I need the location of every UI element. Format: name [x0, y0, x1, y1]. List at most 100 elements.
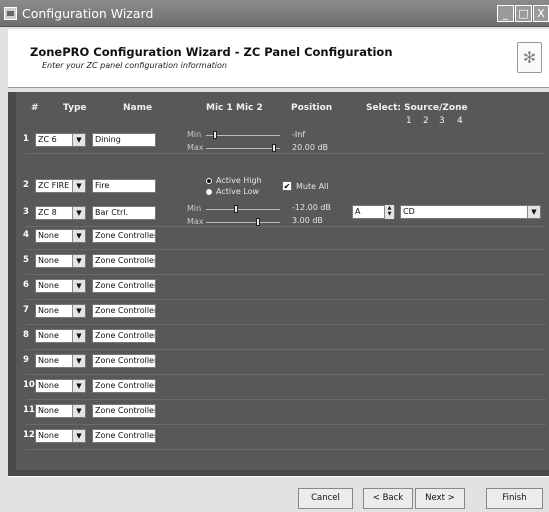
- type-select[interactable]: ZC 6 ▼: [35, 133, 86, 147]
- type-select[interactable]: ZC FIRE ▼: [35, 179, 86, 193]
- close-button[interactable]: X: [533, 5, 549, 22]
- name-field[interactable]: Zone Controller: [92, 254, 156, 268]
- type-select-value: None: [38, 256, 59, 265]
- row-number: 9: [23, 355, 29, 365]
- row-number: 4: [23, 230, 29, 240]
- type-select-value: None: [38, 381, 59, 390]
- chevron-down-icon[interactable]: ▼: [72, 134, 85, 146]
- active-high-radio[interactable]: [205, 177, 213, 185]
- zc8-max-label: Max: [187, 217, 204, 226]
- row-separator: [26, 349, 546, 350]
- name-field[interactable]: Zone Controller: [92, 354, 156, 368]
- type-select-value: None: [38, 356, 59, 365]
- row-number: 11: [23, 405, 35, 415]
- wizard-header: ZonePRO Configuration Wizard - ZC Panel …: [8, 29, 549, 88]
- active-low-radio[interactable]: [205, 188, 213, 196]
- type-select[interactable]: None ▼: [35, 279, 86, 293]
- name-field[interactable]: Zone Controller: [92, 279, 156, 293]
- row-separator: [26, 249, 546, 250]
- chevron-down-icon[interactable]: ▼: [72, 180, 85, 192]
- chevron-down-icon[interactable]: ▼: [72, 305, 85, 317]
- wizard-footer: Cancel < Back Next > Finish: [8, 476, 549, 512]
- type-select[interactable]: None ▼: [35, 404, 86, 418]
- configuration-wizard-window: Configuration Wizard _ □ X ZonePRO Confi…: [0, 0, 549, 512]
- zc6-min-value: -Inf: [292, 130, 306, 139]
- zc8-min-slider-track[interactable]: [206, 209, 280, 210]
- zc8-max-value: 3.00 dB: [292, 216, 323, 225]
- row-separator: [26, 374, 546, 375]
- name-field[interactable]: Zone Controller: [92, 229, 156, 243]
- name-field[interactable]: Zone Controller: [92, 429, 156, 443]
- row-number: 5: [23, 255, 29, 265]
- chevron-down-icon[interactable]: ▼: [72, 255, 85, 267]
- type-select-value: None: [38, 431, 59, 440]
- name-field[interactable]: Zone Controller: [92, 304, 156, 318]
- source-select[interactable]: A ▲ ▼: [352, 205, 395, 219]
- finish-button[interactable]: Finish: [486, 488, 543, 509]
- name-field[interactable]: Bar Ctrl.: [92, 206, 156, 220]
- zc6-min-slider-thumb[interactable]: [213, 131, 217, 139]
- chevron-down-icon[interactable]: ▼: [72, 280, 85, 292]
- type-select[interactable]: None ▼: [35, 329, 86, 343]
- chevron-down-icon[interactable]: ▼: [72, 405, 85, 417]
- app-icon: [4, 7, 17, 20]
- chevron-down-icon[interactable]: ▼: [72, 330, 85, 342]
- col-header-select: Select: Source/Zone: [366, 103, 468, 113]
- maximize-button[interactable]: □: [515, 5, 532, 22]
- title-bar[interactable]: Configuration Wizard _ □ X: [0, 0, 549, 27]
- mute-all-checkbox[interactable]: ✔: [282, 181, 292, 191]
- wizard-page-icon: ✻: [517, 42, 542, 73]
- col-header-mic1: Mic 1: [206, 103, 233, 113]
- type-select-value: None: [38, 281, 59, 290]
- active-low-label: Active Low: [216, 187, 260, 196]
- zone-select[interactable]: CD ▼: [400, 205, 541, 219]
- source-number-1: 1: [406, 116, 412, 126]
- name-field[interactable]: Zone Controller: [92, 404, 156, 418]
- type-select[interactable]: None ▼: [35, 354, 86, 368]
- zc8-min-slider-thumb[interactable]: [234, 205, 238, 213]
- minimize-button[interactable]: _: [497, 5, 514, 22]
- type-select-value: None: [38, 231, 59, 240]
- zc6-max-value: 20.00 dB: [292, 143, 329, 152]
- name-field[interactable]: Zone Controller: [92, 329, 156, 343]
- zc6-max-label: Max: [187, 143, 204, 152]
- row-separator: [26, 449, 546, 450]
- chevron-down-icon[interactable]: ▼: [72, 230, 85, 242]
- type-select[interactable]: None ▼: [35, 429, 86, 443]
- source-number-4: 4: [457, 116, 463, 126]
- chevron-down-icon[interactable]: ▼: [72, 207, 85, 219]
- type-select-value: None: [38, 406, 59, 415]
- row-number: 10: [23, 380, 35, 390]
- zc6-max-slider-track[interactable]: [206, 148, 280, 149]
- next-button[interactable]: Next >: [415, 488, 465, 509]
- name-field[interactable]: Zone Controller: [92, 379, 156, 393]
- chevron-down-icon[interactable]: ▼: [527, 206, 540, 218]
- zc8-max-slider-thumb[interactable]: [256, 218, 260, 226]
- row-separator: [26, 399, 546, 400]
- type-select[interactable]: None ▼: [35, 229, 86, 243]
- source-spinner[interactable]: ▲ ▼: [384, 205, 394, 219]
- source-number-2: 2: [423, 116, 429, 126]
- type-select[interactable]: None ▼: [35, 254, 86, 268]
- type-select[interactable]: None ▼: [35, 379, 86, 393]
- type-select-value: ZC FIRE: [38, 181, 70, 190]
- chevron-down-icon[interactable]: ▼: [72, 430, 85, 442]
- cancel-button[interactable]: Cancel: [298, 488, 353, 509]
- col-header-type: Type: [63, 103, 87, 113]
- chevron-down-icon[interactable]: ▼: [72, 355, 85, 367]
- col-header-position: Position: [291, 103, 333, 113]
- zc8-max-slider-track[interactable]: [206, 222, 280, 223]
- zone-select-value: CD: [403, 207, 415, 216]
- row-separator: [26, 324, 546, 325]
- chevron-down-icon[interactable]: ▼: [72, 380, 85, 392]
- type-select-value: ZC 6: [38, 135, 57, 144]
- type-select[interactable]: ZC 8 ▼: [35, 206, 86, 220]
- zc6-min-slider-track[interactable]: [206, 135, 280, 136]
- zc8-min-value: -12.00 dB: [292, 203, 331, 212]
- name-field[interactable]: Dining: [92, 133, 156, 147]
- zc6-max-slider-thumb[interactable]: [272, 144, 276, 152]
- back-button[interactable]: < Back: [363, 488, 413, 509]
- name-field[interactable]: Fire: [92, 179, 156, 193]
- zc-table: # Type Name Mic 1 Mic 2 Position Select:…: [16, 92, 549, 470]
- type-select[interactable]: None ▼: [35, 304, 86, 318]
